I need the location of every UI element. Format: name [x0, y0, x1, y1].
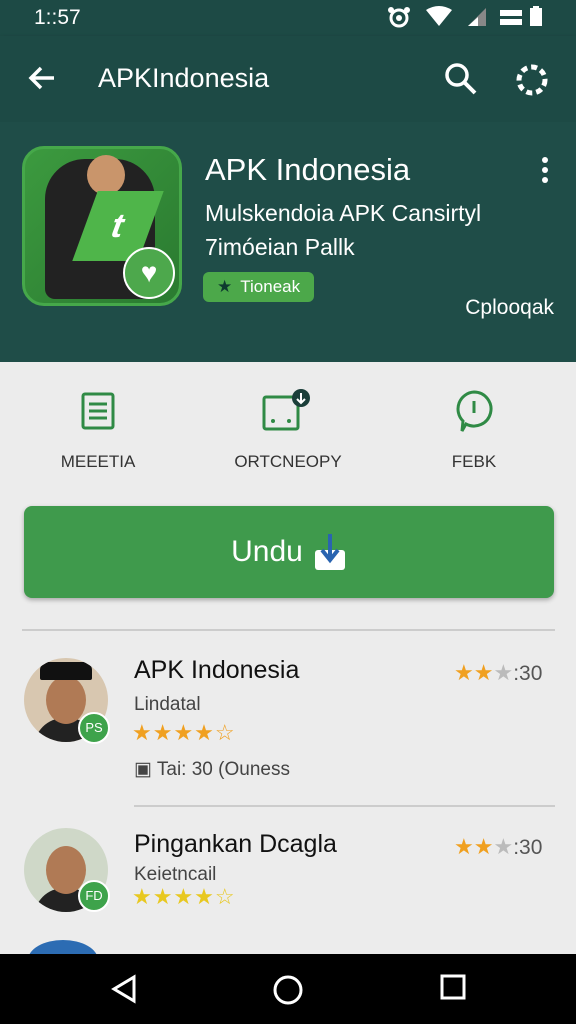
- more-options-icon[interactable]: [540, 156, 550, 184]
- app-bar-title: APKIndonesia: [98, 63, 270, 93]
- status-time: 1::57: [34, 6, 81, 29]
- list-item-name: Pingankan Dcagla: [134, 830, 337, 858]
- list-item-developer: Lindatal: [134, 694, 201, 715]
- action-meeetia[interactable]: MEEETIA: [8, 386, 188, 472]
- list-item-name: APK Indonesia: [134, 656, 300, 684]
- nav-home-icon[interactable]: [272, 974, 304, 1006]
- document-icon: [81, 392, 115, 430]
- app-name: APK Indonesia: [205, 152, 411, 187]
- action-label: ORTCNEOPY: [234, 452, 342, 471]
- heart-badge-icon: ♥: [123, 247, 175, 299]
- app-subtitle-2: 7imóeian Pallk: [205, 234, 355, 260]
- avatar-badge: PS: [78, 712, 110, 744]
- list-item-meta: ▣ Tai: 30 (Ouness: [134, 758, 290, 781]
- app-icon: t ♥: [22, 146, 182, 306]
- action-ortcneopy[interactable]: ORTCNEOPY: [198, 386, 378, 472]
- nav-recents-icon[interactable]: [440, 974, 466, 1000]
- list-item-rating: ★★★:30: [454, 660, 543, 685]
- action-febk[interactable]: FEBK: [384, 386, 564, 472]
- download-icon: [314, 534, 345, 570]
- star-icon: ★: [217, 277, 233, 296]
- action-row: MEEETIA ORTCNEOPY FEBK: [0, 362, 576, 492]
- screen-download-icon: [262, 389, 310, 431]
- divider: [22, 629, 555, 631]
- app-subtitle-1: Mulskendoia APK Cansirtyl: [205, 200, 482, 226]
- wifi-icon: [426, 6, 452, 26]
- person-head: [87, 155, 125, 195]
- category-tag-label: Tioneak: [240, 277, 301, 296]
- download-button[interactable]: Undu: [24, 506, 554, 598]
- list-item-meta-text: Tai: 30 (Ouness: [156, 759, 290, 780]
- star-rating: ★★★★☆: [132, 720, 236, 745]
- back-arrow-icon[interactable]: [26, 62, 58, 94]
- app-header: t ♥ APK Indonesia Mulskendoia APK Cansir…: [0, 122, 576, 362]
- battery-icon: [500, 6, 542, 26]
- list-item[interactable]: FD Pingankan Dcagla ★★★:30 Keietncail ★★…: [0, 828, 576, 938]
- header-right-label: Cplooqak: [465, 296, 554, 319]
- rating-stars: ★★: [454, 834, 494, 859]
- calendar-icon: ▣: [134, 759, 157, 780]
- category-tag[interactable]: ★ Tioneak: [203, 272, 315, 302]
- nav-back-icon[interactable]: [110, 974, 140, 1004]
- list-item-rating: ★★★:30: [454, 834, 543, 859]
- rating-value: :30: [513, 836, 543, 859]
- list-item[interactable]: PS APK Indonesia ★★★:30 Lindatal ★★★★☆ ▣…: [0, 656, 576, 806]
- rating-value: :30: [513, 662, 543, 685]
- divider: [134, 805, 555, 807]
- action-label: FEBK: [451, 452, 497, 471]
- list-item-developer: Keietncail: [134, 864, 217, 885]
- status-icons: [386, 6, 548, 28]
- rating-stars: ★★: [454, 660, 494, 685]
- search-icon[interactable]: [444, 62, 478, 96]
- download-button-label: Undu: [231, 535, 303, 568]
- app-bar: APKIndonesia: [0, 36, 576, 122]
- chat-bubble-icon: [456, 390, 493, 432]
- alarm-icon: [388, 7, 410, 28]
- system-nav-bar: [0, 954, 576, 1024]
- status-bar: 1::57: [0, 0, 576, 36]
- avatar-badge: FD: [78, 880, 110, 912]
- signal-icon: [468, 8, 486, 26]
- gear-icon[interactable]: [514, 62, 550, 98]
- star-rating: ★★★★☆: [132, 884, 236, 909]
- action-label: MEEETIA: [60, 452, 136, 471]
